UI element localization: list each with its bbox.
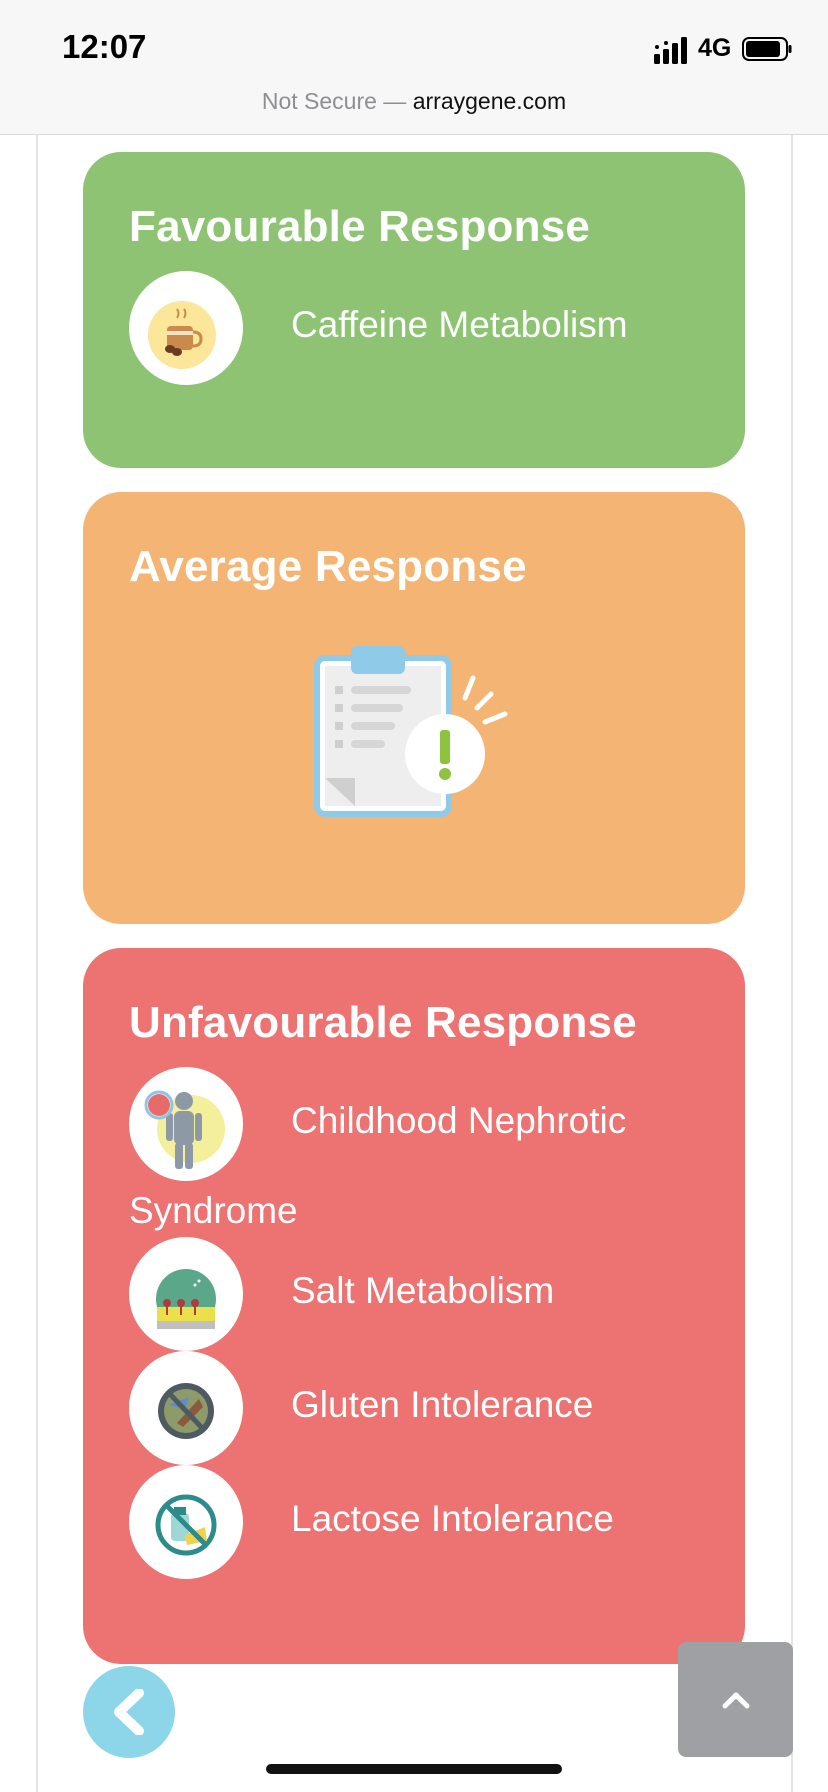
back-button[interactable] xyxy=(83,1666,175,1758)
unfavourable-response-card: Unfavourable Response Childhood Nephroti… xyxy=(83,948,745,1664)
favourable-response-card: Favourable Response Caffeine Metabolism xyxy=(83,152,745,468)
clipboard-alert-icon xyxy=(314,646,508,817)
signal-icon xyxy=(654,37,687,64)
battery-icon xyxy=(742,37,792,61)
scroll-to-top-button[interactable] xyxy=(678,1642,793,1757)
address-bar[interactable]: Not Secure — arraygene.com xyxy=(0,88,828,115)
url-host: arraygene.com xyxy=(412,88,567,114)
chevron-left-icon xyxy=(114,1689,144,1735)
page-border-left xyxy=(36,135,38,1792)
kidney-body-icon[interactable] xyxy=(129,1067,243,1181)
no-lactose-icon[interactable] xyxy=(129,1465,243,1579)
average-title: Average Response xyxy=(129,542,527,591)
coffee-cup-icon[interactable] xyxy=(129,271,243,385)
chevron-up-icon xyxy=(722,1692,749,1708)
home-indicator[interactable] xyxy=(266,1764,562,1774)
list-item-childhood-nephrotic[interactable]: Childhood Nephrotic xyxy=(291,1100,626,1142)
favourable-title: Favourable Response xyxy=(129,202,591,251)
list-item-salt-metabolism[interactable]: Salt Metabolism xyxy=(291,1270,554,1312)
status-time: 12:07 xyxy=(62,28,147,65)
page-border-right xyxy=(791,135,793,1792)
list-item-gluten-intolerance[interactable]: Gluten Intolerance xyxy=(291,1384,593,1426)
security-label: Not Secure — xyxy=(261,88,407,114)
network-type: 4G xyxy=(698,34,732,62)
list-item-lactose-intolerance[interactable]: Lactose Intolerance xyxy=(291,1498,614,1540)
average-response-card: Average Response xyxy=(83,492,745,924)
list-item-childhood-nephrotic-wrap[interactable]: Syndrome xyxy=(129,1190,298,1232)
no-gluten-icon[interactable] xyxy=(129,1351,243,1465)
salt-shaker-icon[interactable] xyxy=(129,1237,243,1351)
unfavourable-title: Unfavourable Response xyxy=(129,998,637,1047)
status-bar: 12:07 4G Not Secure — arraygene.com xyxy=(0,0,828,135)
list-item-caffeine-metabolism[interactable]: Caffeine Metabolism xyxy=(291,304,628,346)
